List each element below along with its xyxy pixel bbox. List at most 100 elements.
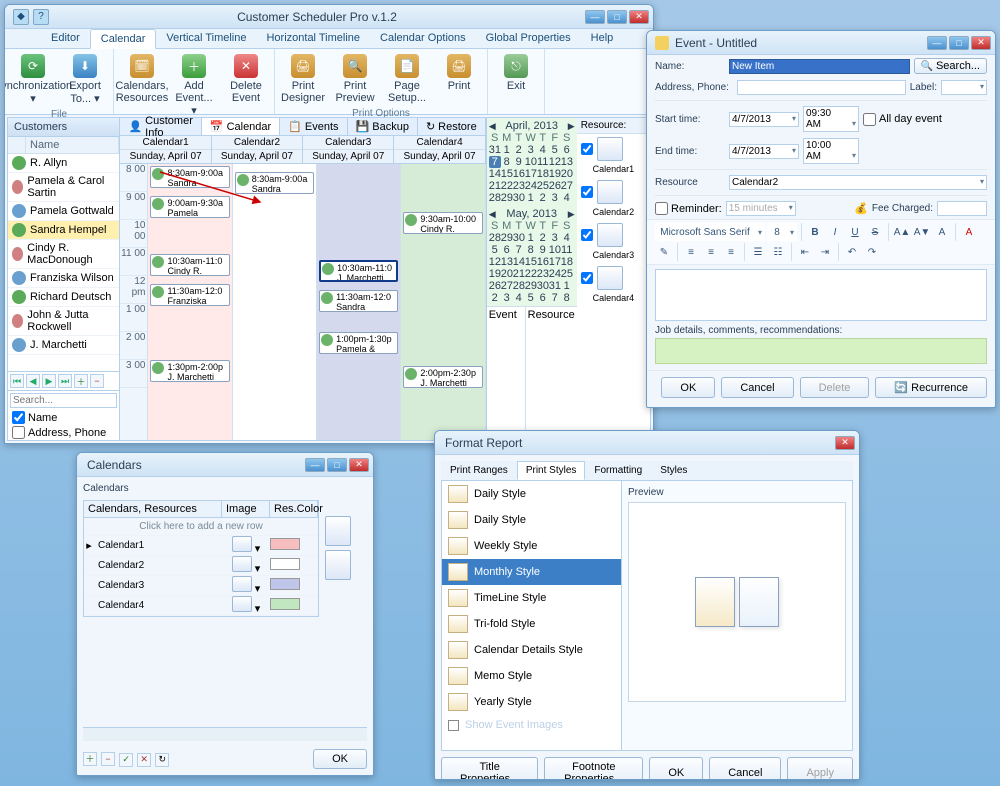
ribbon-print-designer[interactable]: 🖨Print Designer <box>279 51 327 107</box>
print-style-item[interactable]: Tri-fold Style <box>442 611 621 637</box>
ribbon-delete-event[interactable]: ✕Delete Event <box>222 51 270 120</box>
ev-recurrence-button[interactable]: Recurrence <box>875 377 987 398</box>
print-style-item[interactable]: TimeLine Style <box>442 585 621 611</box>
filter-address-check[interactable] <box>12 426 25 439</box>
appointment[interactable]: 1:30pm-2:00p J. Marchetti <box>150 360 229 382</box>
ev-font-combo[interactable]: Microsoft Sans Serif <box>655 223 765 241</box>
calendar3-col[interactable]: 10:30am-11:0 J. Marchetti 11:30am-12:0 Sa… <box>317 164 401 440</box>
ribbon-print-preview[interactable]: 🔍Print Preview <box>331 51 379 107</box>
caldlg-ok-icon[interactable]: ✓ <box>119 753 133 767</box>
appointment[interactable]: 8:30am-9:00a Sandra <box>235 172 314 194</box>
appointment[interactable]: 11:30am-12:0 Sandra <box>319 290 398 312</box>
help-icon[interactable]: ? <box>33 9 49 25</box>
caldlg-max[interactable]: □ <box>327 458 347 472</box>
caldlg-del-icon[interactable]: − <box>101 752 115 766</box>
calendars-add-row[interactable]: Click here to add a new row <box>84 518 318 536</box>
resource-item[interactable] <box>577 220 650 250</box>
caldlg-close[interactable]: ✕ <box>349 458 369 472</box>
appointment[interactable]: 9:00am-9:30a Pamela <box>150 196 229 218</box>
font-dec-icon[interactable]: A▼ <box>913 223 931 241</box>
print-style-item[interactable]: Monthly Style <box>442 559 621 585</box>
evdlg-min[interactable]: — <box>927 36 947 50</box>
appointment[interactable]: 2:00pm-2:30p J. Marchetti <box>403 366 482 388</box>
underline-icon[interactable]: U <box>846 223 864 241</box>
ev-size-combo[interactable]: 8 <box>767 223 797 241</box>
caldlg-refresh-icon[interactable]: ↻ <box>155 753 169 767</box>
nav-first-icon[interactable]: ⏮ <box>10 374 24 388</box>
print-style-item[interactable]: Memo Style <box>442 663 621 689</box>
tab-global-properties[interactable]: Global Properties <box>476 29 581 48</box>
align-left-icon[interactable]: ≡ <box>682 243 700 261</box>
mini-calendar-may[interactable]: ◀May, 2013▶SMTWTFS2829301234567891011121… <box>487 206 577 306</box>
midtab-calendar[interactable]: 📅Calendar <box>202 118 280 135</box>
nav-next-icon[interactable]: ▶ <box>42 374 56 388</box>
tab-help[interactable]: Help <box>581 29 624 48</box>
print-styles-list[interactable]: Daily StyleDaily StyleWeekly StyleMonthl… <box>442 481 622 750</box>
number-list-icon[interactable]: ☷ <box>769 243 787 261</box>
customers-search-input[interactable] <box>10 393 117 408</box>
ev-job-field[interactable] <box>655 338 987 364</box>
customer-row[interactable]: R. Allyn <box>8 154 119 173</box>
resource-item[interactable] <box>577 177 650 207</box>
rpt-tab-formatting[interactable]: Formatting <box>585 461 651 480</box>
evdlg-max[interactable]: □ <box>949 36 969 50</box>
show-event-images-check[interactable]: Show Event Images <box>442 715 621 735</box>
remove-customer-icon[interactable]: − <box>90 374 104 388</box>
italic-icon[interactable]: I <box>826 223 844 241</box>
ribbon-calendars[interactable]: 🗓Calendars, Resources <box>118 51 166 120</box>
caldlg-ok-button[interactable]: OK <box>313 749 367 769</box>
appointment[interactable]: 1:00pm-1:30p Pamela & <box>319 332 398 354</box>
font-inc-icon[interactable]: A▲ <box>893 223 911 241</box>
ev-address-field[interactable] <box>737 80 906 95</box>
customer-row[interactable]: Franziska Wilson <box>8 269 119 288</box>
font-color-icon[interactable]: A <box>960 223 978 241</box>
resource-item[interactable] <box>577 134 650 164</box>
caldlg-cancel-icon[interactable]: ✕ <box>137 753 151 767</box>
outdent-icon[interactable]: ⇤ <box>796 243 814 261</box>
midtab-restore[interactable]: ↻Restore <box>418 118 486 135</box>
rpt-tab-stylesheet[interactable]: Styles <box>651 461 696 480</box>
ev-reminder-combo[interactable]: 15 minutes <box>726 201 796 216</box>
indent-icon[interactable]: ⇥ <box>816 243 834 261</box>
ev-start-time[interactable]: 09:30 AM <box>803 106 859 132</box>
print-style-item[interactable]: Daily Style <box>442 481 621 507</box>
align-right-icon[interactable]: ≡ <box>722 243 740 261</box>
ev-reminder-check[interactable] <box>655 202 668 215</box>
nav-prev-icon[interactable]: ◀ <box>26 374 40 388</box>
rpt-tab-styles[interactable]: Print Styles <box>517 461 586 480</box>
ev-fee-field[interactable] <box>937 201 987 216</box>
rpt-footnote-props-button[interactable]: Footnote Properties... <box>544 757 643 780</box>
align-center-icon[interactable]: ≡ <box>702 243 720 261</box>
ev-allday-check[interactable] <box>863 113 876 126</box>
ribbon-export[interactable]: ⬇Export To... ▾ <box>61 51 109 108</box>
rpt-title-props-button[interactable]: Title Properties... <box>441 757 538 780</box>
ev-name-field[interactable]: New Item <box>729 59 910 74</box>
ribbon-sync[interactable]: ⟳Synchronization ▾ <box>9 51 57 108</box>
calendar4-col[interactable]: 9:30am-10:00 Cindy R.2:00pm-2:30p J. Mar… <box>401 164 485 440</box>
rpt-ok-button[interactable]: OK <box>649 757 703 780</box>
customer-row[interactable]: J. Marchetti <box>8 336 119 355</box>
nav-last-icon[interactable]: ⏭ <box>58 374 72 388</box>
appointment[interactable]: 10:30am-11:0 J. Marchetti <box>319 260 398 282</box>
ev-resource-combo[interactable]: Calendar2 <box>729 175 987 190</box>
tab-calendar-options[interactable]: Calendar Options <box>370 29 476 48</box>
evdlg-close[interactable]: ✕ <box>971 36 991 50</box>
midtab-backup[interactable]: 💾Backup <box>348 118 418 135</box>
ev-delete-button[interactable]: Delete <box>800 377 870 398</box>
ev-search-button[interactable]: 🔍 Search... <box>914 58 987 74</box>
rpt-cancel-button[interactable]: Cancel <box>709 757 781 780</box>
customers-list[interactable]: R. AllynPamela & Carol SartinPamela Gott… <box>8 154 119 371</box>
tab-vertical-timeline[interactable]: Vertical Timeline <box>156 29 256 48</box>
calendars-col-image[interactable]: Image <box>222 501 270 517</box>
undo-icon[interactable]: ↶ <box>843 243 861 261</box>
tab-calendar[interactable]: Calendar <box>90 29 157 49</box>
ribbon-page-setup[interactable]: 📄Page Setup... <box>383 51 431 107</box>
appointment[interactable]: 11:30am-12:0 Franziska <box>150 284 229 306</box>
main-titlebar[interactable]: ◆ ? Customer Scheduler Pro v.1.2 — □ ✕ <box>5 5 653 29</box>
calendars-hscroll[interactable] <box>83 727 367 741</box>
print-style-item[interactable]: Calendar Details Style <box>442 637 621 663</box>
redo-icon[interactable]: ↷ <box>863 243 881 261</box>
calendars-col-color[interactable]: Res.Color <box>270 501 318 517</box>
window-maximize[interactable]: □ <box>607 10 627 24</box>
ribbon-add-event[interactable]: ＋Add Event... ▾ <box>170 51 218 120</box>
